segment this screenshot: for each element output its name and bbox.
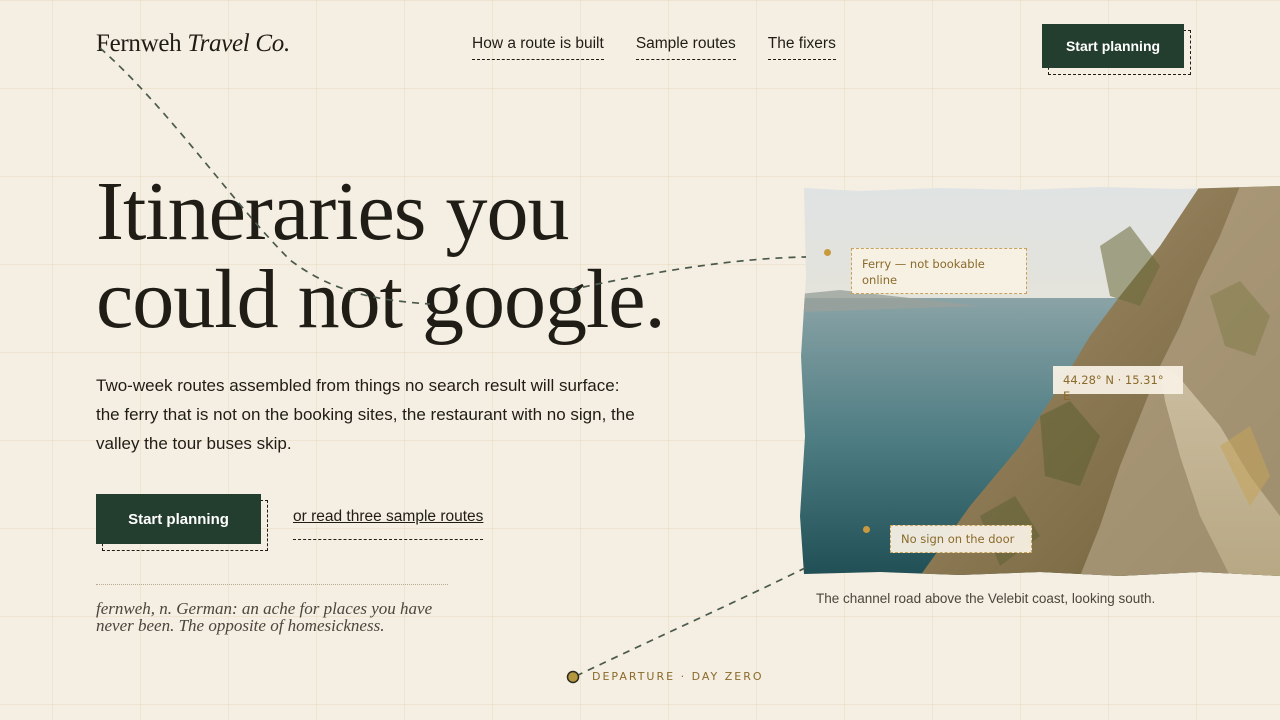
route-line-departure [575,567,806,677]
route-path-lines [99,47,807,684]
departure-label: DEPARTURE · DAY ZERO [592,670,764,683]
route-line-from-logo [99,47,431,305]
route-line-to-ferry [569,256,807,291]
departure-point-marker [566,670,580,684]
